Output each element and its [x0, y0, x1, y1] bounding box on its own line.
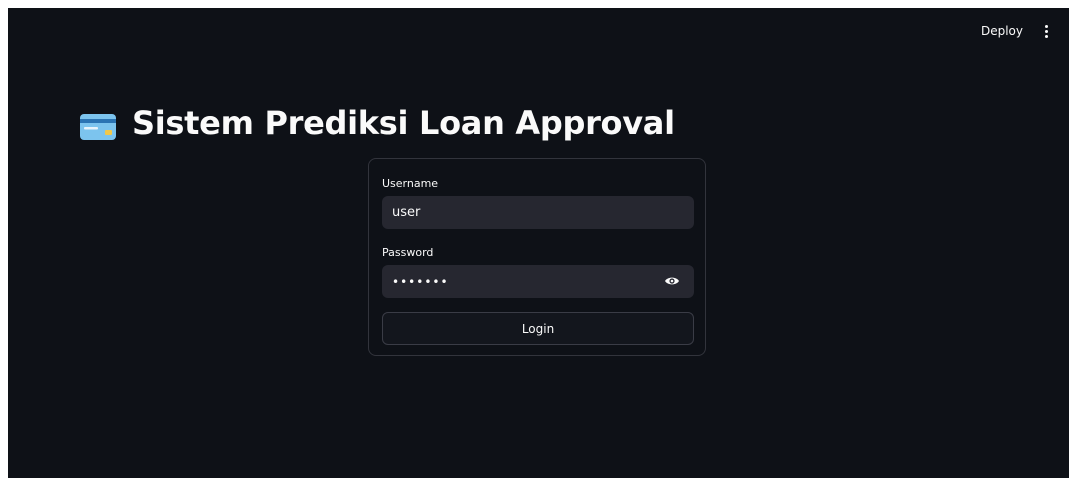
password-label: Password [382, 246, 434, 259]
app-window: Deploy Sistem Prediksi Loan Approval Use… [8, 8, 1069, 478]
login-button[interactable]: Login [382, 312, 694, 345]
vertical-dots-icon[interactable] [1039, 22, 1053, 40]
password-input[interactable]: ••••••• [382, 265, 694, 298]
password-value: ••••••• [392, 274, 449, 289]
username-value: user [392, 205, 421, 220]
eye-icon[interactable] [664, 274, 680, 288]
username-input[interactable]: user [382, 196, 694, 229]
login-form: Username user Password ••••••• Login [368, 158, 706, 356]
toolbar: Deploy [979, 8, 1069, 54]
page-header: Sistem Prediksi Loan Approval [80, 104, 675, 142]
deploy-button[interactable]: Deploy [979, 20, 1025, 42]
login-button-label: Login [521, 321, 555, 336]
username-label: Username [382, 177, 439, 190]
credit-card-icon [80, 114, 116, 140]
page-title: Sistem Prediksi Loan Approval [132, 104, 675, 142]
